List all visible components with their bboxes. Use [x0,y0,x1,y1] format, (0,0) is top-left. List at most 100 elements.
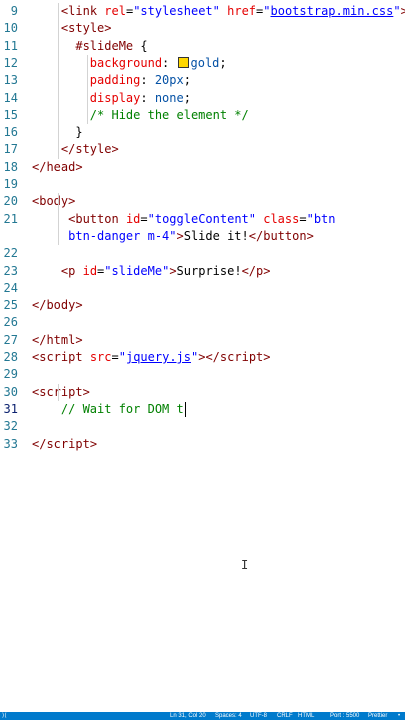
code-token: btn-danger m-4" [68,228,177,243]
line-number: 20 [3,194,18,209]
code-token: "stylesheet" [133,4,220,18]
code-text: display: none; [32,90,191,107]
code-token: > [75,298,83,313]
code-text: <body> [32,193,75,210]
code-line[interactable]: 19 [0,176,405,193]
code-token: class [263,211,300,226]
code-line[interactable]: 17 </style> [0,141,405,158]
code-line[interactable]: 10 <style> [0,20,405,37]
text-cursor-ibeam-icon: I [241,558,249,572]
code-token: : [140,73,155,88]
code-line[interactable]: 15 /* Hide the element */ [0,107,405,124]
code-token: = [111,350,119,364]
status-language[interactable]: HTML [298,712,314,720]
code-line[interactable]: btn-danger m-4">Slide it!</button> [0,228,405,245]
code-line[interactable]: 14 display: none; [0,90,405,107]
code-token: "toggleContent" [147,211,256,226]
code-token: head [46,159,76,174]
code-line[interactable]: 9 <link rel="stylesheet" href="bootstrap… [0,3,405,20]
code-line[interactable]: 11 #slideMe { [0,38,405,55]
code-token: > [306,228,314,243]
code-line[interactable]: 33 </script> [0,436,405,453]
line-number: 27 [3,332,18,347]
line-number: 13 [3,73,18,88]
line-number: 17 [3,142,18,157]
code-text: <link rel="stylesheet" href="bootstrap.m… [32,3,405,20]
code-text: </html> [32,332,83,349]
code-token: " [118,350,126,364]
code-line[interactable]: 23 <p id="slideMe">Surprise!</p> [0,263,405,280]
code-token: rel [104,4,126,18]
code-token: link [68,4,105,18]
line-number: 28 [3,350,18,364]
line-number: 10 [3,21,18,36]
line-number: 9 [10,4,18,18]
indent-guide [58,193,59,246]
code-line[interactable]: 12 background: gold; [0,55,405,72]
indent-guide [58,383,59,401]
status-prettier[interactable]: Prettier [368,712,387,720]
code-line[interactable]: 21 <button id="toggleContent" class="btn [0,211,405,228]
line-number: 29 [3,367,18,382]
code-line[interactable]: 26 [0,314,405,331]
status-encoding[interactable]: UTF-8 [250,712,267,720]
code-token: > [89,436,98,451]
code-token: script [46,436,90,451]
code-token: #slideMe [75,38,134,53]
code-token: > [75,159,83,174]
color-swatch-icon[interactable] [177,56,189,68]
line-number: 16 [3,125,18,140]
code-text: </style> [32,141,119,158]
code-line[interactable]: 16 } [0,124,405,141]
code-token: gold [190,55,220,70]
code-token: : [162,55,177,70]
code-line[interactable]: 13 padding: 20px; [0,72,405,89]
code-token: href [227,4,257,18]
code-token: bootstrap.min.css [270,4,394,18]
code-line[interactable]: 24 [0,280,405,297]
remote-icon[interactable]: ⟩⟨ [2,712,7,720]
code-line[interactable]: 20 <body> [0,193,405,210]
code-text: <script src="jquery.js"></script> [32,349,271,366]
code-text: /* Hide the element */ [32,107,249,124]
code-token: background [89,55,163,70]
status-live-server[interactable]: Port : 5500 [330,712,359,720]
code-line[interactable]: 32 [0,418,405,435]
code-text: </script> [32,436,97,453]
status-indentation[interactable]: Spaces: 4 [215,712,242,720]
status-eol[interactable]: CRLF [277,712,293,720]
code-text: btn-danger m-4">Slide it!</button> [32,228,314,245]
code-token: > [68,194,76,209]
line-number: 14 [3,90,18,105]
code-token: > [400,4,405,18]
code-token: "btn [306,211,336,226]
code-token: style [75,142,112,157]
code-text: // Wait for DOM t [32,401,184,418]
code-line[interactable]: 22 [0,245,405,262]
line-number: 30 [3,384,18,399]
code-line[interactable]: 25 </body> [0,297,405,314]
code-token: > [111,142,119,157]
code-line[interactable]: 31 // Wait for DOM t [0,401,405,418]
code-token: } [75,125,83,140]
line-number: 21 [3,211,18,226]
code-line[interactable]: 18 </head> [0,159,405,176]
code-token: ; [183,73,191,88]
code-token: > [263,263,271,278]
code-token: script [219,350,264,364]
code-token: > [104,21,112,36]
bell-icon[interactable]: • [398,712,400,720]
code-text: <p id="slideMe">Surprise!</p> [32,263,271,280]
code-token: </ [32,298,47,313]
code-line[interactable]: 29 [0,366,405,383]
code-editor[interactable]: 9 <link rel="stylesheet" href="bootstrap… [0,0,405,712]
code-line[interactable]: 27 </html> [0,332,405,349]
code-token: src [89,350,112,364]
code-line[interactable]: 30 <script> [0,384,405,401]
status-cursor-position[interactable]: Ln 31, Col 20 [170,712,206,720]
code-line[interactable]: 28 <script src="jquery.js"></script> [0,349,405,366]
